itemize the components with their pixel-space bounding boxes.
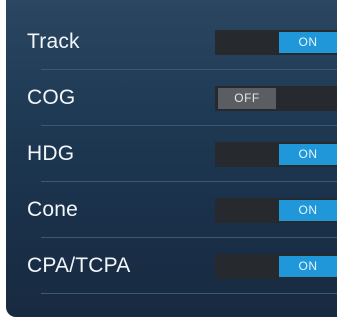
cog-toggle-knob: OFF — [218, 88, 276, 109]
setting-label-track: Track — [27, 30, 80, 53]
setting-row-cone: Cone ON — [6, 182, 337, 238]
setting-row-cpa-tcpa: CPA/TCPA ON — [6, 238, 337, 294]
track-toggle[interactable]: ON — [215, 30, 337, 55]
cpa-tcpa-toggle[interactable]: ON — [215, 254, 337, 279]
setting-label-cpa-tcpa: CPA/TCPA — [27, 254, 131, 277]
hdg-toggle[interactable]: ON — [215, 142, 337, 167]
setting-row-cog: COG OFF — [6, 70, 337, 126]
row-divider — [41, 293, 337, 294]
setting-label-cone: Cone — [27, 198, 79, 221]
cone-toggle[interactable]: ON — [215, 198, 337, 223]
cpa-tcpa-toggle-knob: ON — [279, 256, 337, 277]
setting-label-hdg: HDG — [27, 142, 75, 165]
cog-toggle[interactable]: OFF — [215, 86, 337, 111]
setting-row-hdg: HDG ON — [6, 126, 337, 182]
setting-row-track: Track ON — [6, 14, 337, 70]
clipped-header-text — [20, 0, 180, 7]
setting-label-cog: COG — [27, 86, 76, 109]
cone-toggle-knob: ON — [279, 200, 337, 221]
settings-panel: Track ON COG OFF HDG ON Cone ON CPA/TCPA… — [6, 0, 337, 317]
track-toggle-knob: ON — [279, 32, 337, 53]
hdg-toggle-knob: ON — [279, 144, 337, 165]
